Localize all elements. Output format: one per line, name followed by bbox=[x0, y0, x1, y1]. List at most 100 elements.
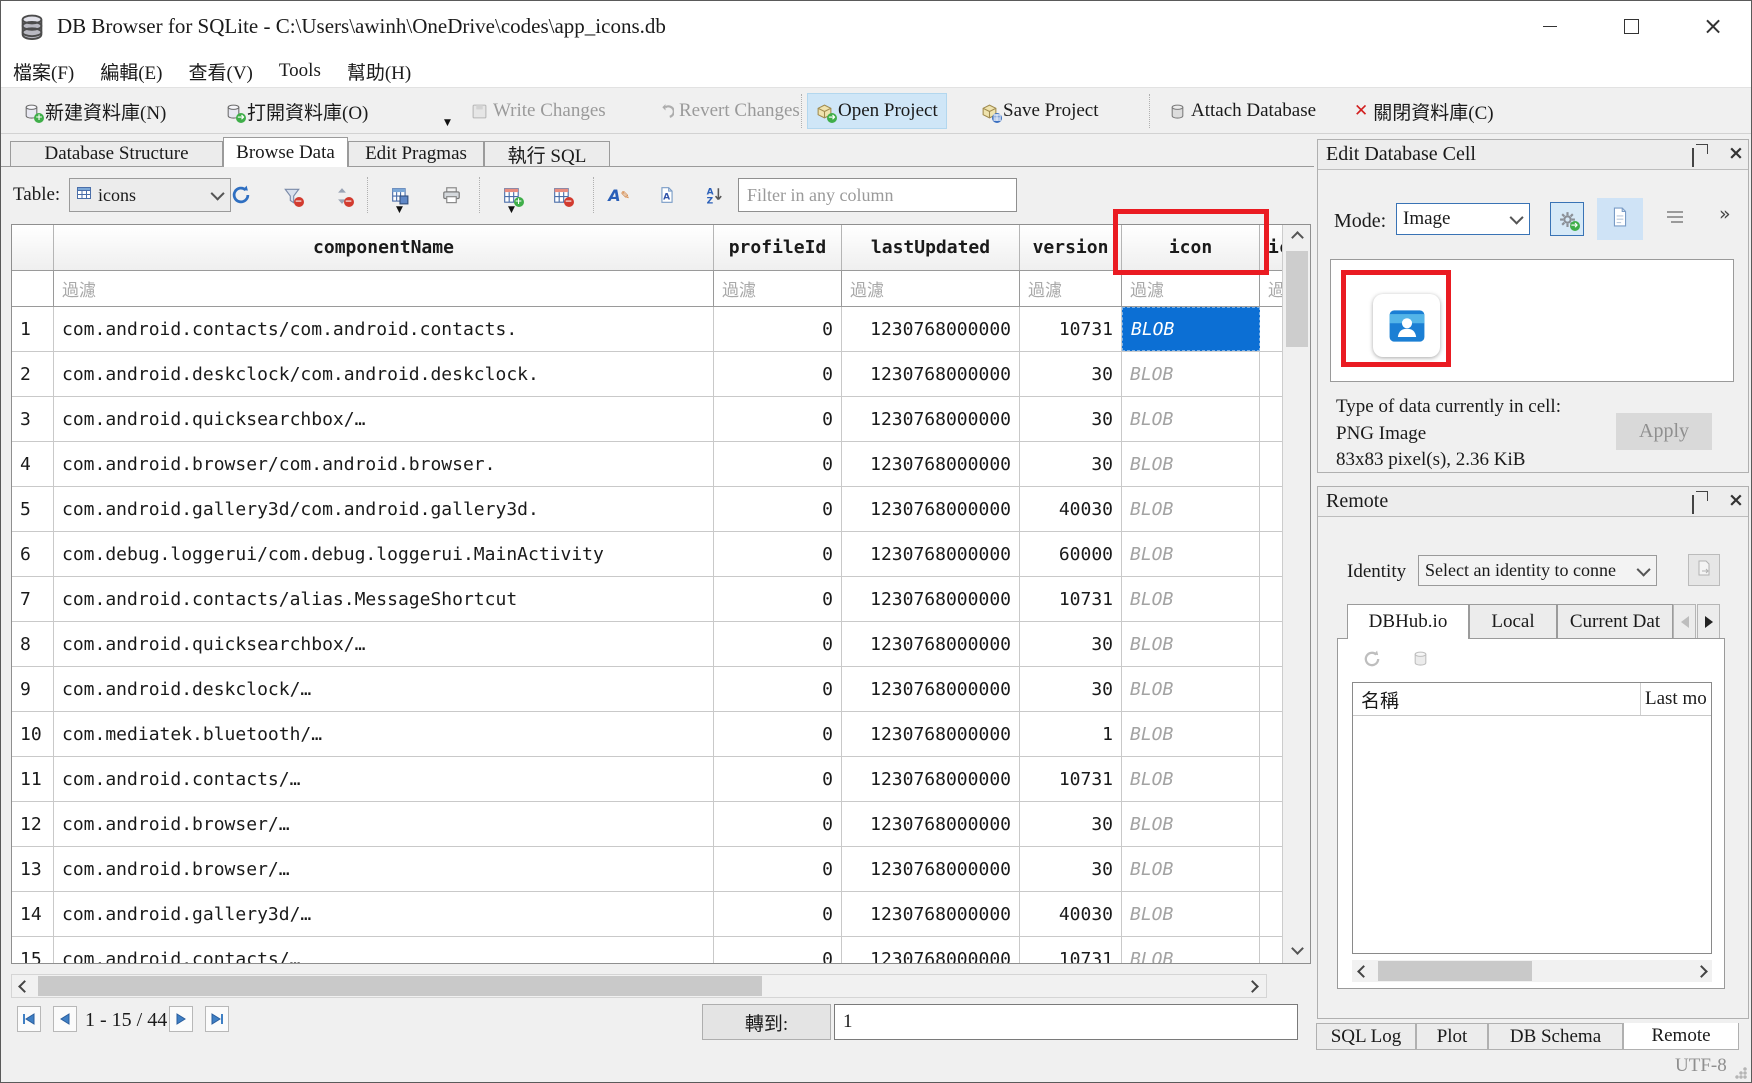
menu-tools[interactable]: Tools bbox=[279, 60, 321, 82]
table-row[interactable]: 9com.android.deskclock/…0123076800000030… bbox=[12, 667, 1310, 712]
revert-changes-button[interactable]: Revert Changes bbox=[649, 93, 808, 129]
cell-lastUpdated[interactable]: 1230768000000 bbox=[842, 712, 1020, 756]
cell-name[interactable]: com.android.contacts/com.android.contact… bbox=[54, 307, 714, 351]
cell-num[interactable]: 10 bbox=[12, 712, 54, 756]
column-header-componentName[interactable]: componentName bbox=[54, 225, 714, 270]
cell-lastUpdated[interactable]: 1230768000000 bbox=[842, 577, 1020, 621]
cell-profileId[interactable]: 0 bbox=[714, 892, 842, 936]
cell-num[interactable]: 6 bbox=[12, 532, 54, 576]
tab-database-structure[interactable]: Database Structure bbox=[10, 141, 223, 167]
cell-profileId[interactable]: 0 bbox=[714, 802, 842, 846]
refresh-button[interactable] bbox=[227, 181, 255, 209]
maximize-button[interactable] bbox=[1600, 1, 1662, 51]
table-row[interactable]: 10com.mediatek.bluetooth/…01230768000000… bbox=[12, 712, 1310, 757]
cell-name[interactable]: com.android.deskclock/com.android.deskcl… bbox=[54, 352, 714, 396]
cell-profileId[interactable]: 0 bbox=[714, 937, 842, 964]
cell-icon[interactable]: BLOB bbox=[1122, 667, 1260, 711]
clear-sort-button[interactable]: − bbox=[327, 181, 355, 209]
cell-partial[interactable] bbox=[1260, 487, 1282, 531]
cell-icon[interactable]: BLOB bbox=[1122, 622, 1260, 666]
cell-icon[interactable]: BLOB bbox=[1122, 937, 1260, 964]
clone-database-button[interactable] bbox=[1688, 554, 1720, 586]
edit-cell-panel-titlebar[interactable]: Edit Database Cell bbox=[1318, 140, 1748, 170]
cell-profileId[interactable]: 0 bbox=[714, 442, 842, 486]
cell-num[interactable]: 7 bbox=[12, 577, 54, 621]
last-page-button[interactable] bbox=[205, 1006, 229, 1032]
cell-icon[interactable]: BLOB bbox=[1122, 847, 1260, 891]
cell-lastUpdated[interactable]: 1230768000000 bbox=[842, 802, 1020, 846]
cell-profileId[interactable]: 0 bbox=[714, 577, 842, 621]
filter-partial[interactable]: 過濾 bbox=[1260, 271, 1282, 306]
cell-lastUpdated[interactable]: 1230768000000 bbox=[842, 667, 1020, 711]
cell-lastUpdated[interactable]: 1230768000000 bbox=[842, 397, 1020, 441]
float-panel-icon[interactable] bbox=[1692, 149, 1694, 167]
cell-icon[interactable]: BLOB bbox=[1122, 577, 1260, 621]
resize-grip[interactable] bbox=[1735, 1067, 1747, 1079]
cell-icon[interactable]: BLOB bbox=[1122, 397, 1260, 441]
word-wrap-button[interactable] bbox=[1662, 206, 1688, 232]
text-mode-button[interactable] bbox=[1597, 198, 1643, 240]
first-page-button[interactable] bbox=[17, 1006, 41, 1032]
table-row[interactable]: 6com.debug.loggerui/com.debug.loggerui.M… bbox=[12, 532, 1310, 577]
dock-tab-sql-log[interactable]: SQL Log bbox=[1316, 1023, 1416, 1050]
float-panel-icon[interactable] bbox=[1692, 496, 1694, 514]
cell-profileId[interactable]: 0 bbox=[714, 847, 842, 891]
table-row[interactable]: 1com.android.contacts/com.android.contac… bbox=[12, 307, 1310, 352]
cell-version[interactable]: 10731 bbox=[1020, 577, 1122, 621]
tab-execute-sql[interactable]: 執行 SQL bbox=[484, 141, 610, 167]
cell-version[interactable]: 30 bbox=[1020, 352, 1122, 396]
cell-partial[interactable] bbox=[1260, 577, 1282, 621]
cell-version[interactable]: 40030 bbox=[1020, 892, 1122, 936]
cell-version[interactable]: 60000 bbox=[1020, 532, 1122, 576]
write-changes-button[interactable]: Write Changes bbox=[463, 93, 614, 129]
open-database-button[interactable]: ➜ 打開資料庫(O) bbox=[217, 93, 376, 129]
cell-name[interactable]: com.android.browser/… bbox=[54, 847, 714, 891]
scroll-down-button[interactable] bbox=[1285, 937, 1309, 959]
cell-num[interactable]: 9 bbox=[12, 667, 54, 711]
table-row[interactable]: 2com.android.deskclock/com.android.deskc… bbox=[12, 352, 1310, 397]
cell-name[interactable]: com.android.deskclock/… bbox=[54, 667, 714, 711]
cell-num[interactable]: 3 bbox=[12, 397, 54, 441]
cell-version[interactable]: 10731 bbox=[1020, 937, 1122, 964]
cell-icon[interactable]: BLOB bbox=[1122, 802, 1260, 846]
cell-name[interactable]: com.android.quicksearchbox/… bbox=[54, 397, 714, 441]
cell-partial[interactable] bbox=[1260, 847, 1282, 891]
new-database-button[interactable]: + 新建資料庫(N) bbox=[15, 93, 174, 129]
column-header-lastUpdated[interactable]: lastUpdated bbox=[842, 225, 1020, 270]
cell-version[interactable]: 30 bbox=[1020, 442, 1122, 486]
column-header-version[interactable]: version bbox=[1020, 225, 1122, 270]
cell-partial[interactable] bbox=[1260, 397, 1282, 441]
encoding-indicator[interactable]: UTF-8 bbox=[1675, 1055, 1727, 1077]
tab-scroll-right-button[interactable] bbox=[1697, 604, 1720, 639]
cell-lastUpdated[interactable]: 1230768000000 bbox=[842, 487, 1020, 531]
column-header-profileId[interactable]: profileId bbox=[714, 225, 842, 270]
cell-profileId[interactable]: 0 bbox=[714, 622, 842, 666]
save-project-button[interactable]: ▦ Save Project bbox=[973, 93, 1107, 129]
cell-icon[interactable]: BLOB bbox=[1122, 532, 1260, 576]
cell-icon[interactable]: BLOB bbox=[1122, 892, 1260, 936]
close-database-button[interactable]: ✕ 關閉資料庫(C) bbox=[1346, 93, 1502, 129]
cell-icon[interactable]: BLOB bbox=[1122, 352, 1260, 396]
remote-tab-local[interactable]: Local bbox=[1469, 604, 1557, 639]
insert-dropdown-icon[interactable]: ▼ bbox=[508, 205, 515, 215]
cell-name[interactable]: com.android.gallery3d/com.android.galler… bbox=[54, 487, 714, 531]
table-row[interactable]: 4com.android.browser/com.android.browser… bbox=[12, 442, 1310, 487]
scroll-up-button[interactable] bbox=[1285, 226, 1309, 248]
cell-name[interactable]: com.android.contacts/… bbox=[54, 757, 714, 801]
cell-lastUpdated[interactable]: 1230768000000 bbox=[842, 622, 1020, 666]
goto-button[interactable]: 轉到: bbox=[702, 1004, 831, 1040]
cell-name[interactable]: com.android.browser/… bbox=[54, 802, 714, 846]
cell-num[interactable]: 14 bbox=[12, 892, 54, 936]
minimize-button[interactable] bbox=[1519, 1, 1581, 51]
cell-partial[interactable] bbox=[1260, 442, 1282, 486]
filter-any-column-input[interactable]: Filter in any column bbox=[738, 178, 1017, 212]
table-row[interactable]: 12com.android.browser/…0123076800000030B… bbox=[12, 802, 1310, 847]
cell-version[interactable]: 30 bbox=[1020, 802, 1122, 846]
cell-name[interactable]: com.android.quicksearchbox/… bbox=[54, 622, 714, 666]
goto-input[interactable]: 1 bbox=[834, 1004, 1298, 1040]
filter-lastUpdated[interactable]: 過濾 bbox=[842, 271, 1020, 306]
cell-icon[interactable]: BLOB bbox=[1122, 307, 1260, 351]
dock-tab-db-schema[interactable]: DB Schema bbox=[1488, 1023, 1623, 1050]
table-row[interactable]: 3com.android.quicksearchbox/…01230768000… bbox=[12, 397, 1310, 442]
cell-profileId[interactable]: 0 bbox=[714, 757, 842, 801]
